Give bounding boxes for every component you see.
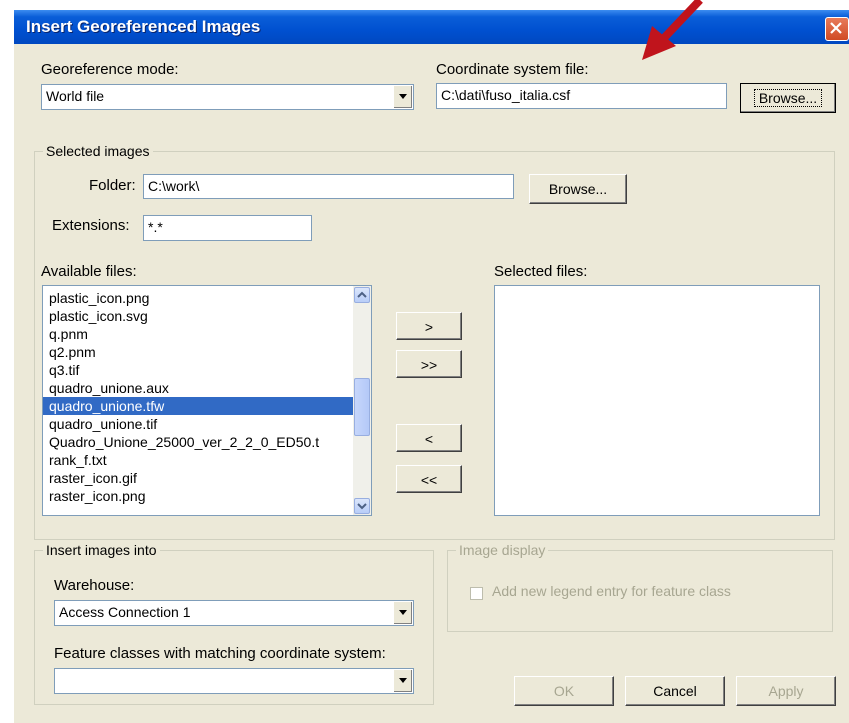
move-one-button[interactable]: > bbox=[396, 312, 462, 340]
scroll-down-button[interactable] bbox=[354, 498, 370, 514]
list-item[interactable]: plastic_icon.svg bbox=[43, 307, 371, 325]
warehouse-value: Access Connection 1 bbox=[59, 604, 191, 620]
feature-classes-label: Feature classes with matching coordinate… bbox=[54, 645, 386, 662]
scroll-thumb[interactable] bbox=[354, 378, 370, 436]
dialog-window: Insert Georeferenced Images Georeference… bbox=[14, 10, 849, 723]
list-item[interactable]: plastic_icon.png bbox=[43, 289, 371, 307]
close-button[interactable] bbox=[825, 17, 849, 41]
folder-browse-button[interactable]: Browse... bbox=[529, 174, 627, 204]
list-item[interactable]: quadro_unione.aux bbox=[43, 379, 371, 397]
georeference-mode-value: World file bbox=[46, 88, 105, 104]
list-item[interactable]: q2.pnm bbox=[43, 343, 371, 361]
apply-button[interactable]: Apply bbox=[736, 676, 836, 706]
list-item[interactable]: Quadro_Unione_25000_ver_2_2_0_ED50.t bbox=[43, 433, 371, 451]
georeference-mode-label: Georeference mode: bbox=[41, 61, 179, 78]
image-display-group-title: Image display bbox=[456, 542, 549, 558]
feature-classes-select[interactable] bbox=[54, 668, 414, 694]
legend-checkbox[interactable] bbox=[470, 587, 483, 600]
cancel-button[interactable]: Cancel bbox=[625, 676, 725, 706]
close-icon bbox=[830, 22, 842, 34]
list-item[interactable]: raster_icon.png bbox=[43, 487, 371, 505]
warehouse-label: Warehouse: bbox=[54, 577, 135, 594]
legend-checkbox-label: Add new legend entry for feature class bbox=[492, 583, 731, 599]
selected-files-list[interactable] bbox=[494, 285, 820, 516]
list-item[interactable]: q.pnm bbox=[43, 325, 371, 343]
extensions-field[interactable]: *.* bbox=[143, 215, 312, 241]
list-item[interactable]: raster_icon.gif bbox=[43, 469, 371, 487]
title-bar[interactable]: Insert Georeferenced Images bbox=[14, 10, 849, 44]
available-files-scrollbar[interactable] bbox=[353, 286, 371, 515]
list-item[interactable]: rank_f.txt bbox=[43, 451, 371, 469]
list-item[interactable]: q3.tif bbox=[43, 361, 371, 379]
chevron-up-icon bbox=[357, 291, 367, 298]
available-files-label: Available files: bbox=[41, 263, 137, 280]
chevron-down-icon[interactable] bbox=[393, 86, 412, 108]
coordinate-system-field[interactable]: C:\dati\fuso_italia.csf bbox=[436, 83, 727, 109]
available-files-items: plastic_icon.png plastic_icon.svg q.pnm q2.… bbox=[43, 286, 371, 505]
remove-all-button[interactable]: << bbox=[396, 465, 462, 493]
available-files-list[interactable]: plastic_icon.png plastic_icon.svg q.pnm q2.… bbox=[42, 285, 372, 516]
georeference-mode-select[interactable]: World file bbox=[41, 84, 414, 110]
coordinate-browse-button[interactable]: Browse... bbox=[740, 83, 836, 113]
coordinate-browse-label: Browse... bbox=[753, 89, 823, 107]
insert-into-group-title: Insert images into bbox=[43, 542, 160, 558]
ok-button[interactable]: OK bbox=[514, 676, 614, 706]
coordinate-system-label: Coordinate system file: bbox=[436, 61, 589, 78]
remove-one-button[interactable]: < bbox=[396, 424, 462, 452]
folder-field[interactable]: C:\work\ bbox=[143, 174, 514, 199]
extensions-label: Extensions: bbox=[52, 217, 130, 234]
red-arrow-annotation bbox=[642, 0, 703, 60]
list-item[interactable]: quadro_unione.tfw bbox=[43, 397, 371, 415]
selected-images-group-title: Selected images bbox=[43, 143, 153, 159]
chevron-down-icon[interactable] bbox=[393, 602, 412, 624]
chevron-down-icon[interactable] bbox=[393, 670, 412, 692]
window-title: Insert Georeferenced Images bbox=[26, 17, 261, 36]
move-all-button[interactable]: >> bbox=[396, 350, 462, 378]
list-item[interactable]: quadro_unione.tif bbox=[43, 415, 371, 433]
scroll-up-button[interactable] bbox=[354, 287, 370, 303]
selected-files-label: Selected files: bbox=[494, 263, 588, 280]
folder-label: Folder: bbox=[89, 177, 136, 194]
warehouse-select[interactable]: Access Connection 1 bbox=[54, 600, 414, 626]
chevron-down-icon bbox=[357, 503, 367, 510]
